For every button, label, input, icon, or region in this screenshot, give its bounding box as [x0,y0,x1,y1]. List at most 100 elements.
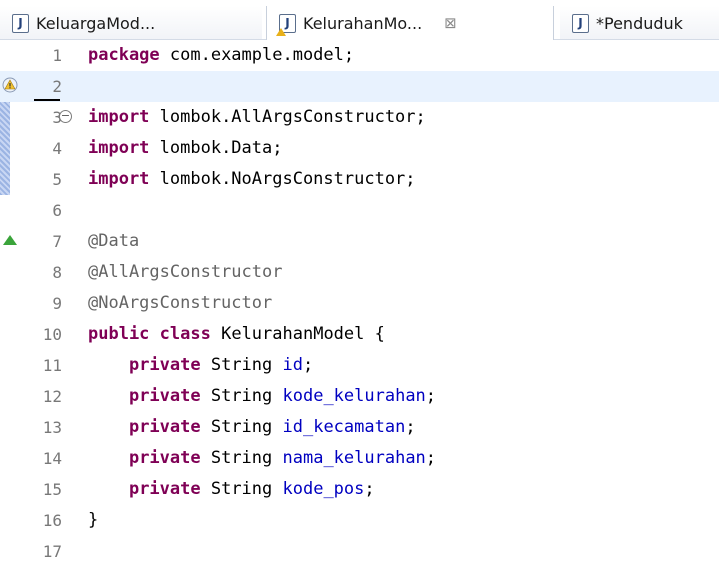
gutter: 14 [0,443,80,474]
code-token: String [200,448,283,468]
tab-penduduk-model[interactable]: J *Penduduk [560,6,719,40]
code-text: import lombok.NoArgsConstructor; [88,164,416,195]
code-text: private String id_kecamatan; [88,412,416,443]
code-editor[interactable]: 1 package com.example.model; 2 3− import lom… [0,40,719,563]
code-text: private String id; [88,350,313,381]
annotation-token: @AllArgsConstructor [88,262,283,282]
code-token: ; [302,355,314,375]
line-number: 8 [52,263,62,282]
keyword-token: private [128,386,201,406]
gutter: 7 [0,226,80,257]
code-token: lombok.NoArgsConstructor; [149,169,416,189]
code-text: @AllArgsConstructor [88,257,282,288]
tab-label: *Penduduk [596,13,683,33]
line-number: 12 [42,387,62,406]
code-token: lombok.AllArgsConstructor; [149,107,426,127]
gutter: 10 [0,319,80,350]
code-token: String [200,479,283,499]
line-number: 15 [42,480,62,499]
code-token: ; [425,386,437,406]
code-line[interactable]: 16} [0,505,719,536]
code-line[interactable]: 5 import lombok.NoArgsConstructor; [0,164,719,195]
code-token: } [88,510,99,530]
gutter: 5 [0,164,80,195]
tab-keluarga-model[interactable]: J KeluargaMod... [0,6,262,40]
annotation-token: @Data [88,231,140,251]
annotation-token: @NoArgsConstructor [88,293,273,313]
line-number: 10 [42,325,62,344]
line-number: 4 [52,139,62,158]
gutter: 2 [0,71,80,102]
line-number: 3 [52,108,62,127]
close-icon[interactable]: ⊠ [444,14,457,32]
field-token: kode_pos [282,479,365,499]
code-text: private String kode_kelurahan; [88,381,436,412]
code-line[interactable]: 6 [0,195,719,226]
keyword-token: private [128,448,201,468]
code-token: ; [425,448,437,468]
code-line[interactable]: 12 private String kode_kelurahan; [0,381,719,412]
code-token: ; [405,417,416,437]
field-token: id [282,355,303,375]
warning-marker-icon[interactable] [2,77,18,93]
tab-label: KelurahanMo... [303,13,423,33]
field-token: kode_kelurahan [282,386,426,406]
code-token: com.example.model; [159,45,355,65]
line-number: 9 [52,294,62,313]
keyword-token: private [128,479,201,499]
gutter: 4 [0,133,80,164]
gutter: 1 [0,40,80,71]
gutter: 3− [0,102,80,133]
code-text: import lombok.AllArgsConstructor; [88,102,426,133]
line-number: 17 [42,542,62,561]
code-text: private String kode_pos; [88,474,375,505]
line-number: 14 [42,449,62,468]
fold-collapse-icon[interactable]: − [59,110,72,123]
code-line[interactable]: 1 package com.example.model; [0,40,719,71]
line-number: 2 [52,77,62,96]
gutter: 9 [0,288,80,319]
code-line[interactable]: 7 @Data [0,226,719,257]
code-line[interactable]: 15 private String kode_pos; [0,474,719,505]
field-token: nama_kelurahan [282,448,426,468]
keyword-token: import [88,169,150,189]
line-number: 13 [42,418,62,437]
code-line[interactable]: 9 @NoArgsConstructor [0,288,719,319]
code-text: @Data [88,226,139,257]
tab-kelurahan-model[interactable]: J KelurahanMo... ⊠ [266,6,554,40]
line-number: 7 [52,232,62,251]
code-token: String [200,355,283,375]
code-line[interactable]: 4 import lombok.Data; [0,133,719,164]
keyword-token: private [128,355,201,375]
java-file-icon: J [12,13,29,33]
code-text: } [88,505,98,536]
code-line[interactable]: 8 @AllArgsConstructor [0,257,719,288]
code-line[interactable]: 14 private String nama_kelurahan; [0,443,719,474]
keyword-token: private [128,417,201,437]
line-number: 11 [42,356,62,375]
code-token: lombok.Data; [149,138,283,158]
code-line[interactable]: 13 private String id_kecamatan; [0,412,719,443]
editor-tab-bar: J KeluargaMod... J KelurahanMo... ⊠ J *P… [0,0,719,40]
keyword-token: class [159,324,211,344]
line-number: 16 [42,511,62,530]
line-number: 1 [52,46,62,65]
code-token: String [200,417,283,437]
code-line[interactable]: 17 [0,536,719,563]
code-line[interactable]: 2 [0,71,719,102]
gutter: 11 [0,350,80,381]
code-line[interactable]: 10 public class KelurahanModel { [0,319,719,350]
keyword-token: package [88,45,160,65]
code-line[interactable]: 3− import lombok.AllArgsConstructor; [0,102,719,133]
gutter: 13 [0,412,80,443]
code-line[interactable]: 11 private String id; [0,350,719,381]
gutter: 15 [0,474,80,505]
gutter: 16 [0,505,80,536]
override-marker-icon[interactable] [3,235,17,245]
